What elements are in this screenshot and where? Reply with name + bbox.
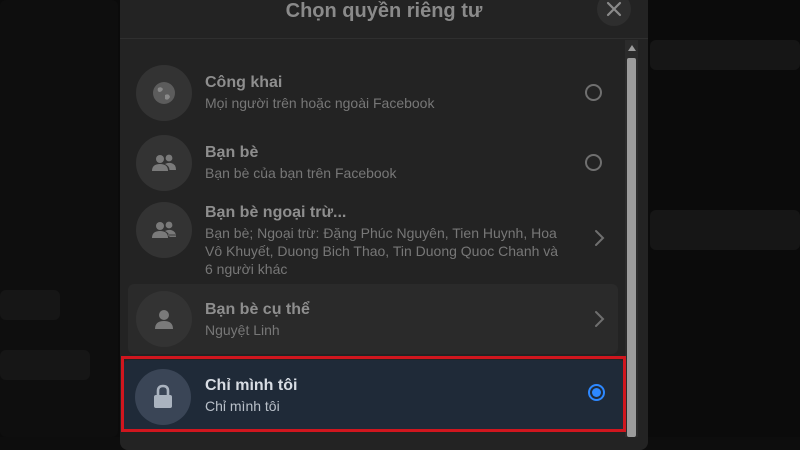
radio-button[interactable] xyxy=(585,84,602,101)
option-title: Bạn bè cụ thể xyxy=(205,301,310,318)
option-title: Chỉ mình tôi xyxy=(205,377,298,394)
dialog-scrollbar[interactable] xyxy=(625,40,638,437)
background-blur-block xyxy=(0,350,90,380)
option-subtitle: Chỉ mình tôi xyxy=(205,398,280,414)
option-subtitle: Bạn bè của bạn trên Facebook xyxy=(205,165,397,181)
dialog-header: Chọn quyền riêng tư xyxy=(120,0,648,39)
privacy-option-only-me[interactable]: Chỉ mình tôi Chỉ mình tôi xyxy=(123,360,625,432)
privacy-option-friends-except[interactable]: Bạn bè ngoại trừ... Bạn bè; Ngoại trừ: Đ… xyxy=(128,198,618,282)
chevron-right-icon xyxy=(595,230,605,246)
option-subtitle: Nguyệt Linh xyxy=(205,322,280,338)
friends-icon xyxy=(136,135,192,191)
option-subtitle: Mọi người trên hoặc ngoài Facebook xyxy=(205,95,435,111)
dialog-title: Chọn quyền riêng tư xyxy=(285,0,483,22)
privacy-option-specific-friends[interactable]: Bạn bè cụ thể Nguyệt Linh xyxy=(128,284,618,354)
friends-except-icon xyxy=(136,202,192,258)
scroll-up-arrow-icon[interactable] xyxy=(625,40,638,56)
privacy-option-friends[interactable]: Bạn bè Bạn bè của bạn trên Facebook xyxy=(128,128,618,198)
radio-button[interactable] xyxy=(585,154,602,171)
option-title: Bạn bè ngoại trừ... xyxy=(205,204,347,221)
chevron-right-icon xyxy=(595,311,605,327)
radio-button-selected[interactable] xyxy=(588,384,605,401)
background-blur-block xyxy=(650,210,800,250)
option-title: Công khai xyxy=(205,74,283,91)
background-blur-block xyxy=(0,290,60,320)
globe-icon xyxy=(136,65,192,121)
person-icon xyxy=(136,291,192,347)
privacy-option-public[interactable]: Công khai Mọi người trên hoặc ngoài Face… xyxy=(128,58,618,128)
close-icon xyxy=(606,1,622,17)
background-blur-block xyxy=(650,40,800,70)
option-subtitle: Bạn bè; Ngoại trừ: Đặng Phúc Nguyên, Tie… xyxy=(205,225,559,277)
scroll-thumb[interactable] xyxy=(627,58,636,437)
option-title: Bạn bè xyxy=(205,144,259,161)
privacy-dialog: Chọn quyền riêng tư Công khai Mọi người … xyxy=(120,0,648,450)
lock-icon xyxy=(135,369,191,425)
